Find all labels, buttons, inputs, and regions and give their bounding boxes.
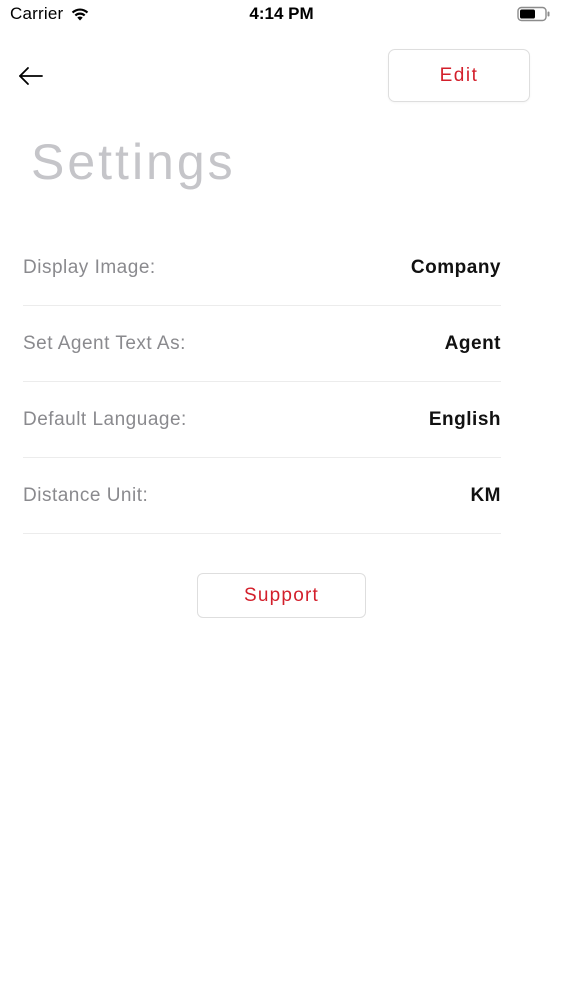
settings-row-default-language[interactable]: Default Language: English [23, 382, 501, 458]
settings-row-display-image[interactable]: Display Image: Company [23, 230, 501, 306]
battery-icon [517, 6, 550, 22]
row-label: Default Language: [23, 408, 187, 430]
row-label: Set Agent Text As: [23, 332, 186, 354]
row-value: English [428, 408, 501, 430]
row-label: Distance Unit: [23, 484, 149, 506]
row-label: Display Image: [23, 256, 156, 278]
row-value: Agent [444, 332, 501, 354]
arrow-left-icon [19, 67, 43, 85]
status-bar: Carrier 4:14 PM [0, 0, 563, 30]
row-value: Company [410, 256, 501, 278]
page-title: Settings [31, 134, 236, 190]
back-button[interactable] [14, 60, 48, 92]
settings-row-agent-text[interactable]: Set Agent Text As: Agent [23, 306, 501, 382]
settings-row-distance-unit[interactable]: Distance Unit: KM [23, 458, 501, 534]
status-time: 4:14 PM [249, 4, 314, 23]
settings-list: Display Image: Company Set Agent Text As… [23, 230, 501, 534]
edit-button[interactable]: Edit [388, 49, 530, 102]
support-button[interactable]: Support [197, 573, 366, 618]
row-value: KM [470, 484, 501, 506]
